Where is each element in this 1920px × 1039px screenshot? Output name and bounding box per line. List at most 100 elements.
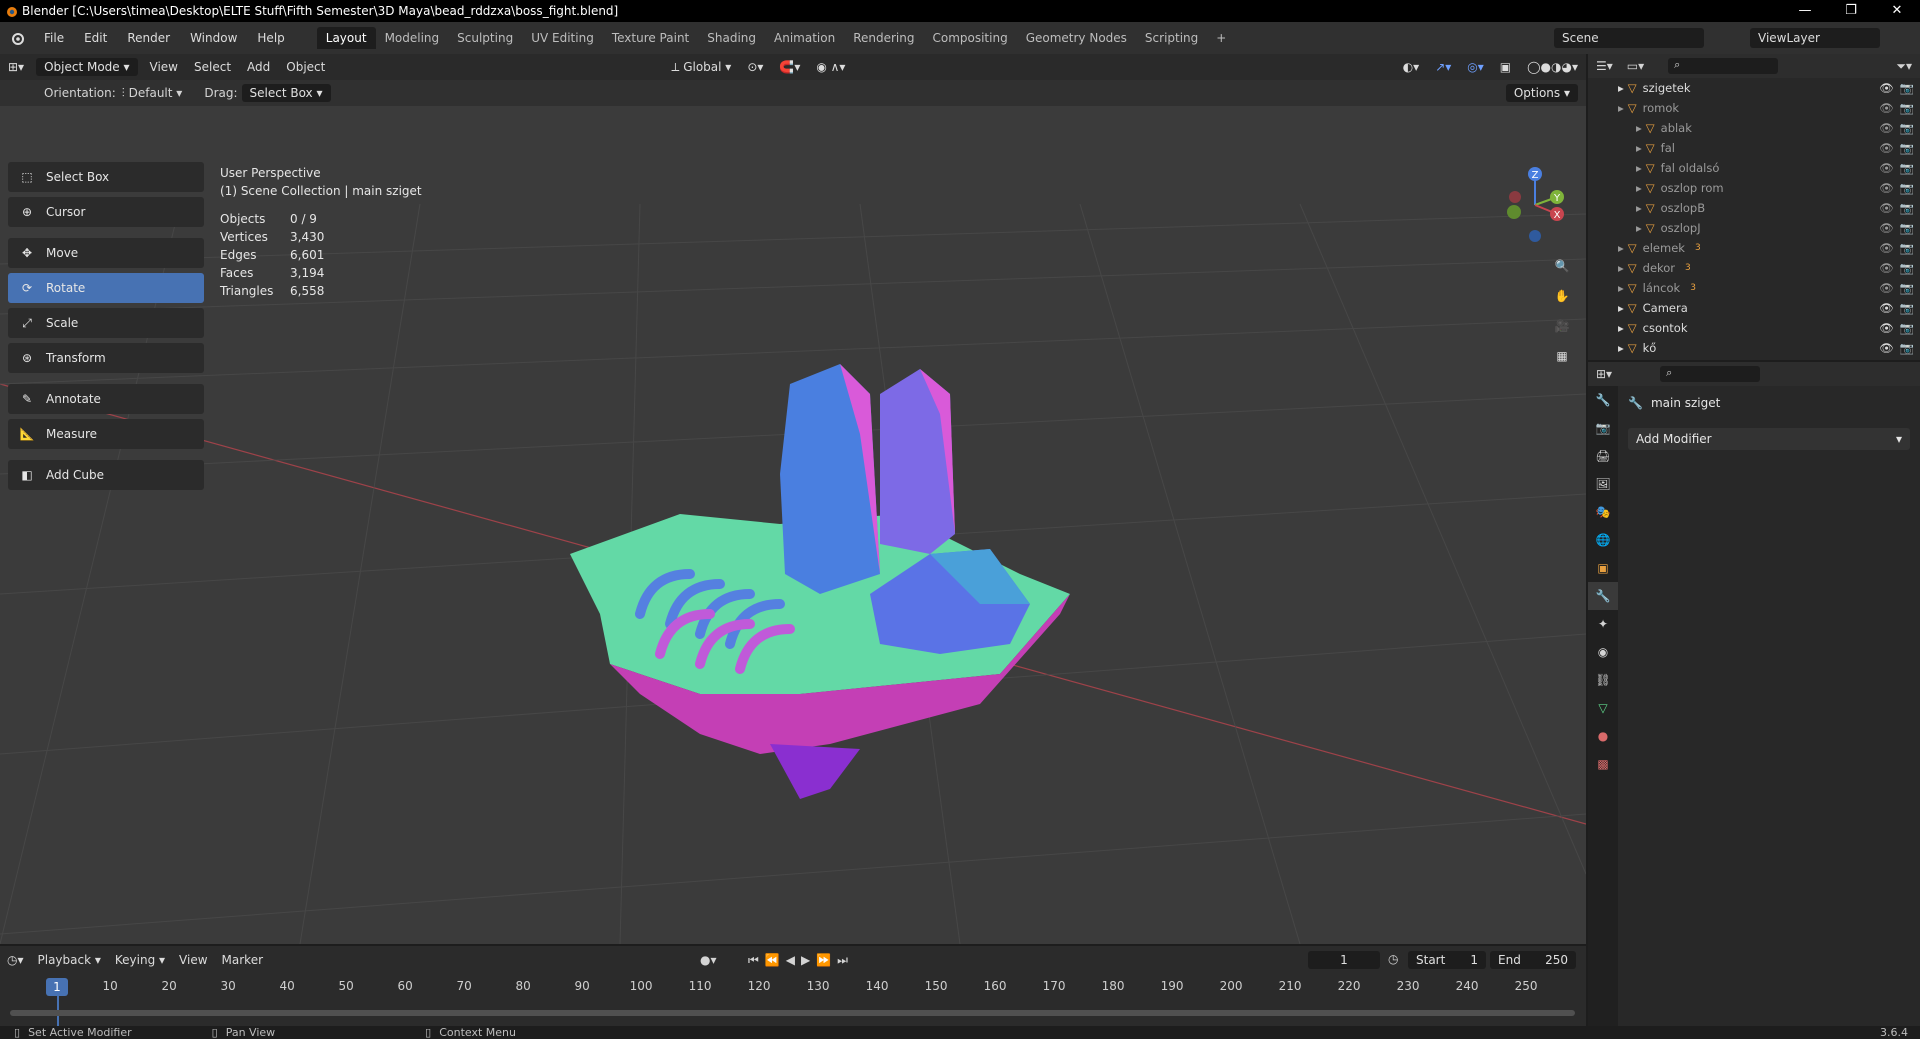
visibility-toggles[interactable]: 👁 📷: [1879, 181, 1914, 195]
camera-icon[interactable]: 📷: [1900, 261, 1914, 275]
expand-arrow-icon[interactable]: ▸: [1618, 261, 1624, 275]
eye-icon[interactable]: 👁: [1879, 81, 1894, 95]
tool-scale[interactable]: ⤢ Scale: [8, 308, 204, 338]
tool-transform[interactable]: ⊛ Transform: [8, 343, 204, 373]
proportional-edit-icon[interactable]: ◉ ∧▾: [808, 60, 853, 74]
pivot-icon[interactable]: ⊙▾: [739, 60, 771, 74]
mode-dropdown[interactable]: Object Mode ▾: [36, 58, 138, 76]
view-layer-tab-icon[interactable]: 🖼: [1588, 470, 1618, 498]
visibility-toggles[interactable]: 👁 📷: [1879, 81, 1914, 95]
current-frame-field[interactable]: 1: [1308, 951, 1380, 969]
timeline-editor-icon[interactable]: ◷▾: [0, 953, 31, 967]
tab-modeling[interactable]: Modeling: [376, 27, 449, 49]
record-icon[interactable]: ●▾: [700, 953, 717, 967]
data-tab-icon[interactable]: ▽: [1588, 694, 1618, 722]
eye-icon[interactable]: 👁: [1879, 341, 1894, 355]
outliner-item[interactable]: ▸ ▽ oszlopB 👁 📷: [1588, 198, 1920, 218]
tab-geometry-nodes[interactable]: Geometry Nodes: [1017, 27, 1136, 49]
render-tab-icon[interactable]: 📷: [1588, 414, 1618, 442]
expand-arrow-icon[interactable]: ▸: [1636, 141, 1642, 155]
expand-arrow-icon[interactable]: ▸: [1618, 341, 1624, 355]
outliner-item[interactable]: ▸ ▽ ablak 👁 📷: [1588, 118, 1920, 138]
display-mode-icon[interactable]: ▭▾: [1621, 59, 1650, 73]
outliner-item[interactable]: ▸ ▽ fal oldalsó 👁 📷: [1588, 158, 1920, 178]
eye-icon[interactable]: 👁: [1879, 321, 1894, 335]
snap-icon[interactable]: 🧲▾: [771, 60, 808, 74]
eye-icon[interactable]: 👁: [1879, 261, 1894, 275]
expand-arrow-icon[interactable]: ▸: [1618, 301, 1624, 315]
visibility-toggles[interactable]: 👁 📷: [1879, 141, 1914, 155]
constraints-tab-icon[interactable]: ⛓: [1588, 666, 1618, 694]
blender-menu-icon[interactable]: [0, 31, 34, 45]
eye-icon[interactable]: 👁: [1879, 241, 1894, 255]
ortho-grid-icon[interactable]: ▦: [1548, 342, 1576, 370]
tab-uv-editing[interactable]: UV Editing: [522, 27, 603, 49]
playback-controls[interactable]: ⏮⏪◀▶⏩⏭: [748, 953, 854, 968]
properties-search-input[interactable]: ⌕: [1660, 366, 1761, 382]
tool-select-box[interactable]: ⬚ Select Box: [8, 162, 204, 192]
minimize-button[interactable]: —: [1782, 0, 1828, 22]
scene-tab-icon[interactable]: 🎭: [1588, 498, 1618, 526]
camera-icon[interactable]: 📷: [1900, 221, 1914, 235]
eye-icon[interactable]: 👁: [1879, 301, 1894, 315]
outliner-editor-icon[interactable]: ☰▾: [1588, 59, 1621, 73]
3d-viewport[interactable]: ⊞▾ Object Mode ▾ View Select Add Object …: [0, 54, 1586, 944]
shading-modes-icon[interactable]: ◯●◑◕▾: [1519, 60, 1586, 74]
navigation-gizmo[interactable]: Z Y X: [1500, 160, 1580, 250]
expand-arrow-icon[interactable]: ▸: [1636, 221, 1642, 235]
options-dropdown[interactable]: Options ▾: [1505, 84, 1578, 102]
eye-icon[interactable]: 👁: [1879, 101, 1894, 115]
tab-sculpting[interactable]: Sculpting: [448, 27, 522, 49]
start-frame-field[interactable]: Start 1: [1408, 951, 1486, 969]
menu-playback[interactable]: Playback ▾: [31, 953, 108, 967]
menu-file[interactable]: File: [34, 31, 74, 45]
outliner-item[interactable]: ▸ ▽ elemek 3 👁 📷: [1588, 238, 1920, 258]
view-layer-selector[interactable]: ViewLayer: [1750, 28, 1880, 48]
expand-arrow-icon[interactable]: ▸: [1636, 181, 1642, 195]
menu-add[interactable]: Add: [239, 60, 278, 74]
menu-edit[interactable]: Edit: [74, 31, 117, 45]
camera-icon[interactable]: 📷: [1900, 141, 1914, 155]
pan-hand-icon[interactable]: ✋: [1548, 282, 1576, 310]
drag-dropdown[interactable]: Select Box ▾: [241, 84, 331, 102]
menu-help[interactable]: Help: [247, 31, 294, 45]
filter-icon[interactable]: ⏷▾: [1888, 59, 1920, 74]
tab-shading[interactable]: Shading: [698, 27, 765, 49]
timeline-scrollbar[interactable]: [10, 1010, 1575, 1016]
camera-icon[interactable]: 📷: [1900, 201, 1914, 215]
expand-arrow-icon[interactable]: ▸: [1636, 201, 1642, 215]
camera-icon[interactable]: 📷: [1900, 341, 1914, 355]
output-tab-icon[interactable]: 🖨: [1588, 442, 1618, 470]
menu-marker[interactable]: Marker: [215, 953, 270, 967]
outliner-item[interactable]: ▸ ▽ dekor 3 👁 📷: [1588, 258, 1920, 278]
camera-icon[interactable]: 📷: [1900, 241, 1914, 255]
editor-type-icon[interactable]: ⊞▾: [0, 60, 32, 74]
menu-window[interactable]: Window: [180, 31, 247, 45]
visibility-toggles[interactable]: 👁 📷: [1879, 101, 1914, 115]
outliner-item[interactable]: ▸ ▽ oszlopJ 👁 📷: [1588, 218, 1920, 238]
camera-icon[interactable]: 📷: [1900, 281, 1914, 295]
tab-rendering[interactable]: Rendering: [844, 27, 923, 49]
tab-scripting[interactable]: Scripting: [1136, 27, 1207, 49]
modifier-tab-icon[interactable]: 🔧: [1588, 582, 1618, 610]
frame-ruler[interactable]: 1102030405060708090100110120130140150160…: [0, 976, 1586, 998]
restore-button[interactable]: ❐: [1828, 0, 1874, 22]
outliner-item[interactable]: ▸ ▽ romok 👁 📷: [1588, 98, 1920, 118]
scene-selector[interactable]: Scene: [1554, 28, 1704, 48]
visibility-toggles[interactable]: 👁 📷: [1879, 321, 1914, 335]
outliner-item[interactable]: ▸ ▽kő.001👁📷: [1588, 358, 1920, 360]
expand-arrow-icon[interactable]: ▸: [1636, 121, 1642, 135]
object-tab-icon[interactable]: ▣: [1588, 554, 1618, 582]
outliner-item[interactable]: ▸ ▽ szigetek 👁 📷: [1588, 78, 1920, 98]
visibility-toggles[interactable]: 👁 📷: [1879, 241, 1914, 255]
visibility-toggles[interactable]: 👁 📷: [1879, 221, 1914, 235]
tool-move[interactable]: ✥ Move: [8, 238, 204, 268]
camera-icon[interactable]: 📷: [1900, 321, 1914, 335]
add-workspace-button[interactable]: +: [1207, 27, 1235, 49]
camera-icon[interactable]: 📷: [1900, 81, 1914, 95]
tool-measure[interactable]: 📐 Measure: [8, 419, 204, 449]
tool-add-cube[interactable]: ◧ Add Cube: [8, 460, 204, 490]
visibility-toggles[interactable]: 👁 📷: [1879, 301, 1914, 315]
expand-arrow-icon[interactable]: ▸: [1618, 241, 1624, 255]
menu-object[interactable]: Object: [278, 60, 333, 74]
